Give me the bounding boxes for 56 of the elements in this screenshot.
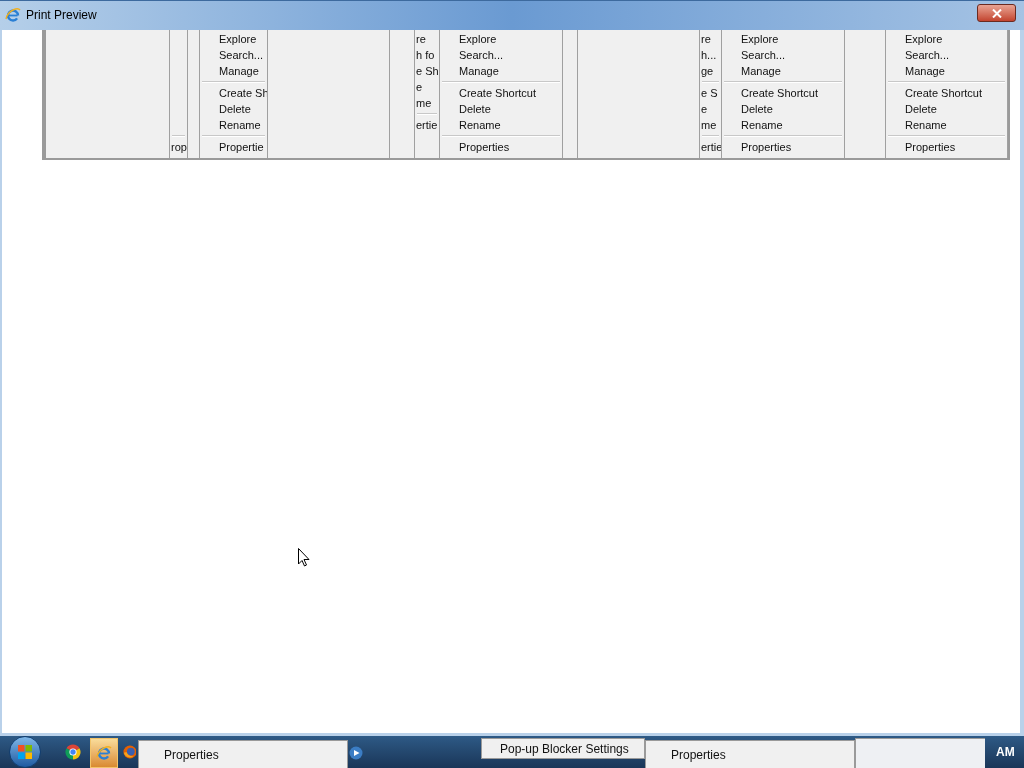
menu-item[interactable]: Properties — [886, 139, 1007, 155]
browser-logo-icon — [65, 744, 81, 760]
menu-item[interactable]: Properties — [646, 741, 854, 762]
menu-item[interactable]: e S — [700, 85, 721, 101]
menu-item[interactable]: Search... — [886, 47, 1007, 63]
menu-item[interactable]: Explore — [200, 31, 267, 47]
menu-item[interactable]: Manage — [200, 63, 267, 79]
menu-item[interactable]: Properties — [440, 139, 562, 155]
menu-item[interactable]: Manage — [722, 63, 844, 79]
menu-item[interactable]: Delete — [886, 101, 1007, 117]
menu-item[interactable]: Manage — [886, 63, 1007, 79]
menu-item[interactable]: me — [700, 117, 721, 133]
menu-item[interactable]: Manage — [440, 63, 562, 79]
menu-item[interactable]: ertie — [415, 117, 439, 133]
close-icon — [991, 8, 1002, 18]
menu-item[interactable]: rop — [170, 139, 187, 155]
browser-logo-icon — [96, 745, 112, 761]
window-title: Print Preview — [26, 8, 97, 23]
browser-logo-icon — [5, 7, 21, 23]
menu-item[interactable]: Explore — [440, 31, 562, 47]
menu-item[interactable]: Search... — [200, 47, 267, 63]
menu-item[interactable]: h fo — [415, 47, 439, 63]
menu-item[interactable]: Explore — [886, 31, 1007, 47]
menu-item[interactable]: Rename — [200, 117, 267, 133]
menu-item[interactable]: h... — [700, 47, 721, 63]
menu-item[interactable]: Rename — [886, 117, 1007, 133]
browser-logo-icon — [123, 744, 136, 760]
close-button[interactable] — [977, 4, 1016, 22]
menu-item[interactable]: e — [415, 79, 439, 95]
menu-item[interactable]: Create Shortcut — [722, 85, 844, 101]
menu-item[interactable]: e Sh — [415, 63, 439, 79]
menu-item[interactable]: re — [415, 31, 439, 47]
menu-item[interactable]: Create Shortcut — [440, 85, 562, 101]
menu-item[interactable]: Create Sh — [200, 85, 267, 101]
menu-item[interactable]: re — [700, 31, 721, 47]
menu-item[interactable]: Delete — [722, 101, 844, 117]
menu-item[interactable]: Create Shortcut — [886, 85, 1007, 101]
menu-item[interactable]: Properties — [722, 139, 844, 155]
start-button[interactable] — [9, 736, 41, 768]
menu-item[interactable]: me — [415, 95, 439, 111]
media-player-icon[interactable] — [349, 746, 363, 760]
menu-item[interactable]: Pop-up Blocker Settings — [482, 741, 629, 756]
menu-item[interactable]: Delete — [440, 101, 562, 117]
clock-text: AM — [996, 744, 1015, 761]
menu-item[interactable]: e — [700, 101, 721, 117]
menu-item[interactable]: Explore — [722, 31, 844, 47]
menu-item[interactable]: Rename — [440, 117, 562, 133]
menu-item[interactable]: Delete — [200, 101, 267, 117]
menu-item[interactable]: Search... — [722, 47, 844, 63]
flag-icon — [17, 744, 33, 760]
menu-item[interactable]: Properties — [139, 741, 347, 762]
menu-item[interactable]: Propertie — [200, 139, 267, 155]
cursor-icon — [298, 548, 310, 567]
menu-item[interactable]: Rename — [722, 117, 844, 133]
menu-item[interactable]: ge — [700, 63, 721, 79]
menu-item[interactable]: Search... — [440, 47, 562, 63]
